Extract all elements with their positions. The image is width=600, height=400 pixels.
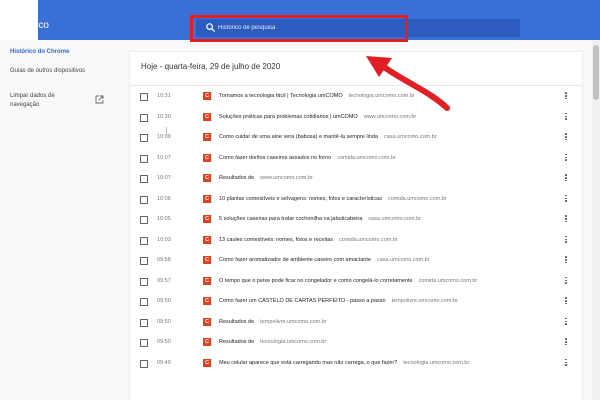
annotation-arrow-icon — [366, 56, 450, 111]
